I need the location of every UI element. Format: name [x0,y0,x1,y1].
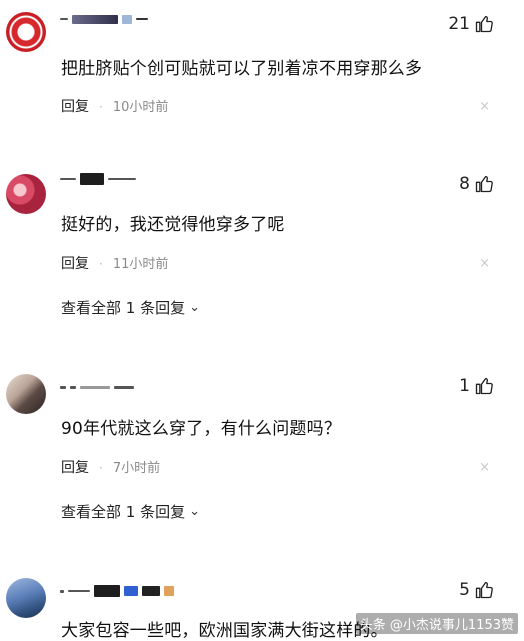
chevron-down-icon: ⌄ [189,504,200,519]
view-all-replies-button[interactable]: 查看全部 1 条回复 ⌄ [61,501,200,522]
reply-button[interactable]: 回复 [61,457,89,477]
like-button[interactable]: 8 [459,174,494,194]
thumbs-up-icon [475,377,493,395]
avatar[interactable] [6,12,46,52]
thumbs-up-icon [475,175,493,193]
reply-button[interactable]: 回复 [61,253,89,273]
comment-meta: 回复 · 7小时前 [61,457,160,477]
comment-meta: 回复 · 11小时前 [61,253,168,273]
reply-button[interactable]: 回复 [61,96,89,116]
username-redacted[interactable] [60,380,134,394]
chevron-down-icon: ⌄ [189,300,200,315]
separator-dot: · [99,257,103,271]
comment-text: 把肚脐贴个创可贴就可以了别着凉不用穿那么多 [61,59,423,79]
timestamp: 10小时前 [112,100,169,115]
like-button[interactable]: 5 [459,580,494,600]
like-button[interactable]: 21 [448,14,494,34]
view-all-replies-button[interactable]: 查看全部 1 条回复 ⌄ [61,297,200,318]
like-button[interactable]: 1 [459,376,494,396]
comment-text: 90年代就这么穿了，有什么问题吗？ [61,419,342,439]
timestamp: 7小时前 [112,461,161,476]
like-count: 1 [459,376,470,396]
close-icon[interactable]: × [479,99,490,114]
close-icon[interactable]: × [479,460,490,475]
comment-meta: 回复 · 10小时前 [61,96,168,116]
avatar[interactable] [6,174,46,214]
timestamp: 11小时前 [112,257,169,272]
view-all-replies-label: 查看全部 1 条回复 [61,299,186,317]
thumbs-up-icon [475,15,493,33]
username-redacted[interactable] [60,172,136,186]
like-count: 5 [459,580,470,600]
username-redacted[interactable] [60,12,148,26]
avatar[interactable] [6,578,46,618]
avatar[interactable] [6,374,46,414]
watermark: 头条 @小杰说事儿1153赞 [355,613,518,634]
separator-dot: · [99,461,103,475]
close-icon[interactable]: × [479,256,490,271]
comment-text: 挺好的，我还觉得他穿多了呢 [61,215,285,235]
like-count: 21 [448,14,470,34]
comment-text: 大家包容一些吧，欧洲国家满大街这样的。 [61,621,388,641]
view-all-replies-label: 查看全部 1 条回复 [61,503,186,521]
username-redacted[interactable] [60,584,174,598]
thumbs-up-icon [475,581,493,599]
separator-dot: · [99,100,103,114]
like-count: 8 [459,174,470,194]
